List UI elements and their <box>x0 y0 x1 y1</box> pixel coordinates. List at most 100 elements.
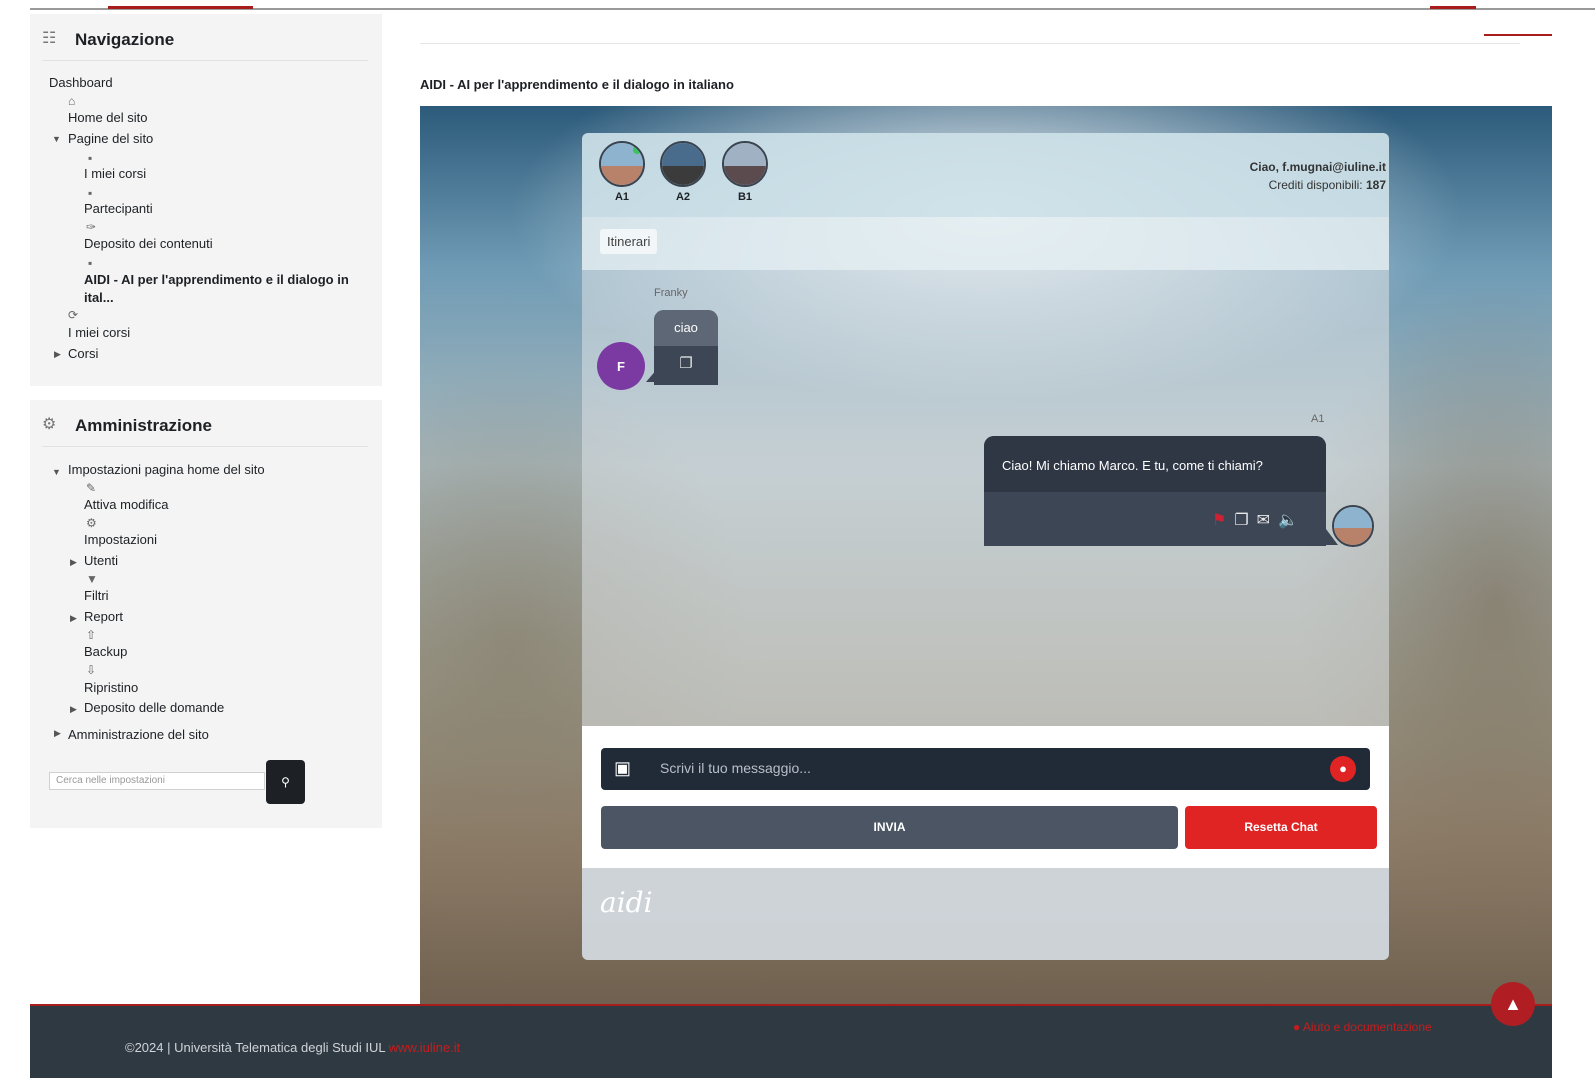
level-b1[interactable]: B1 <box>718 141 772 203</box>
user-name: Franky <box>654 287 688 299</box>
administration-title: Amministrazione <box>75 416 212 435</box>
bot-message-tools: ⚑❐✉🔈 <box>1212 510 1306 530</box>
bot-avatar <box>1332 505 1374 547</box>
caret-right-icon[interactable]: ▶ <box>54 728 61 739</box>
bullet-icon: ▪ <box>88 151 93 165</box>
copyright-text: ©2024 | Università Telematica degli Stud… <box>125 1040 386 1055</box>
bullet-icon: ▪ <box>88 256 93 270</box>
bot-message-bubble: Ciao! Mi chiamo Marco. E tu, come ti chi… <box>984 436 1326 546</box>
credits-label: Crediti disponibili: <box>1268 178 1363 192</box>
chat-messages: Franky F ciao ❐ A1 Ciao! Mi chiamo Marco… <box>582 270 1389 726</box>
scroll-to-top-button[interactable]: ▲ <box>1491 982 1535 1026</box>
brush-icon: ✑ <box>86 220 97 234</box>
chat-footer: aidi <box>582 868 1389 960</box>
administration-block: ⚙ Amministrazione ▼ Impostazioni pagina … <box>30 400 382 828</box>
translate-flag-icon[interactable]: ⚑ <box>1212 512 1234 529</box>
level-b1-avatar[interactable] <box>722 141 768 187</box>
chat-input-area: ▣ Scrivi il tuo messaggio... ● INVIA Res… <box>582 726 1389 868</box>
user-message-text: ciao <box>654 310 718 346</box>
help-text: Aiuto e documentazione <box>1302 1020 1432 1034</box>
administration-header: ⚙ Amministrazione <box>42 412 368 447</box>
nav-item-deposito-contenuti[interactable]: Deposito dei contenuti <box>84 236 213 251</box>
admin-item-backup[interactable]: Backup <box>84 644 127 659</box>
site-link[interactable]: www.iuline.it <box>389 1040 461 1055</box>
nav-item-miei-corsi[interactable]: I miei corsi <box>68 325 130 340</box>
page-title: AIDI - AI per l'apprendimento e il dialo… <box>420 77 734 92</box>
message-input[interactable]: ▣ Scrivi il tuo messaggio... ● <box>601 748 1370 790</box>
copyright: ©2024 | Università Telematica degli Stud… <box>125 1040 460 1055</box>
top-accent-right <box>1430 6 1476 9</box>
caret-right-icon[interactable]: ▶ <box>70 613 77 624</box>
upload-icon: ⇧ <box>86 628 97 642</box>
bullet-icon: ▪ <box>88 186 93 200</box>
home-icon: ⌂ <box>68 94 76 108</box>
navigation-title: Navigazione <box>75 30 175 49</box>
copy-icon[interactable]: ❐ <box>1234 512 1256 529</box>
sitemap-icon: ☷ <box>42 30 57 47</box>
level-b1-label: B1 <box>737 191 753 203</box>
settings-search-button[interactable]: ⚲ <box>266 760 305 804</box>
level-a1-avatar[interactable] <box>599 141 645 187</box>
chevron-up-icon: ▲ <box>1504 994 1522 1014</box>
refresh-icon: ⟳ <box>68 308 79 322</box>
admin-item-amministrazione-sito[interactable]: Amministrazione del sito <box>68 727 209 742</box>
copy-icon[interactable]: ❐ <box>654 346 718 382</box>
level-a2-label: A2 <box>675 191 691 203</box>
navigation-block: ☷ Navigazione Dashboard ⌂ Home del sito … <box>30 14 382 386</box>
level-a1-label: A1 <box>614 191 630 203</box>
caret-right-icon[interactable]: ▶ <box>70 704 77 715</box>
caret-right-icon[interactable]: ▶ <box>70 557 77 568</box>
nav-item-partecipanti[interactable]: Partecipanti <box>84 201 153 216</box>
message-placeholder: Scrivi il tuo messaggio... <box>660 760 811 776</box>
aidi-logo: aidi <box>600 886 653 919</box>
speaker-icon[interactable]: 🔈 <box>1278 512 1306 529</box>
nav-item-miei-corsi-sub[interactable]: I miei corsi <box>84 166 146 181</box>
user-greeting: Ciao, f.mugnai@iuline.it Crediti disponi… <box>1126 158 1386 194</box>
user-avatar: F <box>597 342 645 390</box>
search-icon: ⚲ <box>281 775 290 789</box>
help-link[interactable]: ● Aiuto e documentazione <box>1293 1020 1432 1034</box>
credits-value: 187 <box>1365 178 1386 192</box>
tab-itinerari[interactable]: Itinerari <box>600 229 658 254</box>
admin-item-impostazioni[interactable]: Impostazioni <box>84 532 157 547</box>
admin-item-filtri[interactable]: Filtri <box>84 588 109 603</box>
nav-item-pagine[interactable]: Pagine del sito <box>68 131 153 146</box>
pencil-icon: ✎ <box>86 481 97 495</box>
download-icon: ⇩ <box>86 663 97 677</box>
send-button[interactable]: INVIA <box>601 806 1178 849</box>
level-a2-avatar[interactable] <box>660 141 706 187</box>
nav-item-corsi[interactable]: Corsi <box>68 346 98 361</box>
admin-item-impostazioni-home[interactable]: Impostazioni pagina home del sito <box>68 462 265 477</box>
level-a2[interactable]: A2 <box>656 141 710 203</box>
user-message-bubble: ciao ❐ <box>654 310 718 385</box>
speech-bubble-icon[interactable]: ✉ <box>1257 512 1278 529</box>
top-accent-left <box>108 6 253 9</box>
level-a1[interactable]: A1 <box>595 141 649 203</box>
navigation-header: ☷ Navigazione <box>42 26 368 61</box>
microphone-icon[interactable]: ● <box>1330 756 1356 782</box>
cog-icon: ⚙ <box>86 516 97 530</box>
bot-name: A1 <box>1311 413 1325 425</box>
gears-icon: ⚙ <box>42 416 57 433</box>
admin-item-deposito-domande[interactable]: Deposito delle domande <box>84 700 224 715</box>
admin-item-attiva-modifica[interactable]: Attiva modifica <box>84 497 169 512</box>
admin-item-report[interactable]: Report <box>84 609 123 624</box>
header-divider <box>420 43 1520 44</box>
nav-item-home[interactable]: Home del sito <box>68 110 147 125</box>
settings-search-input[interactable]: Cerca nelle impostazioni <box>49 772 265 790</box>
admin-item-ripristino[interactable]: Ripristino <box>84 680 138 695</box>
bot-message-text: Ciao! Mi chiamo Marco. E tu, come ti chi… <box>984 436 1326 492</box>
reset-chat-button[interactable]: Resetta Chat <box>1185 806 1377 849</box>
nav-item-dashboard[interactable]: Dashboard <box>49 75 113 90</box>
caret-down-icon[interactable]: ▼ <box>52 134 61 144</box>
nav-item-aidi[interactable]: AIDI - AI per l'apprendimento e il dialo… <box>84 271 369 307</box>
header-accent <box>1484 34 1552 36</box>
online-indicator <box>633 146 641 154</box>
caret-right-icon[interactable]: ▶ <box>54 349 61 360</box>
chat-header: A1 A2 B1 Ciao, f.mugnai@iuline.it Credit… <box>582 133 1389 217</box>
credits-line: Crediti disponibili: 187 <box>1126 176 1386 194</box>
image-upload-icon[interactable]: ▣ <box>614 758 631 779</box>
admin-item-utenti[interactable]: Utenti <box>84 553 118 568</box>
chat-panel: A1 A2 B1 Ciao, f.mugnai@iuline.it Credit… <box>582 133 1389 960</box>
caret-down-icon[interactable]: ▼ <box>52 467 61 477</box>
